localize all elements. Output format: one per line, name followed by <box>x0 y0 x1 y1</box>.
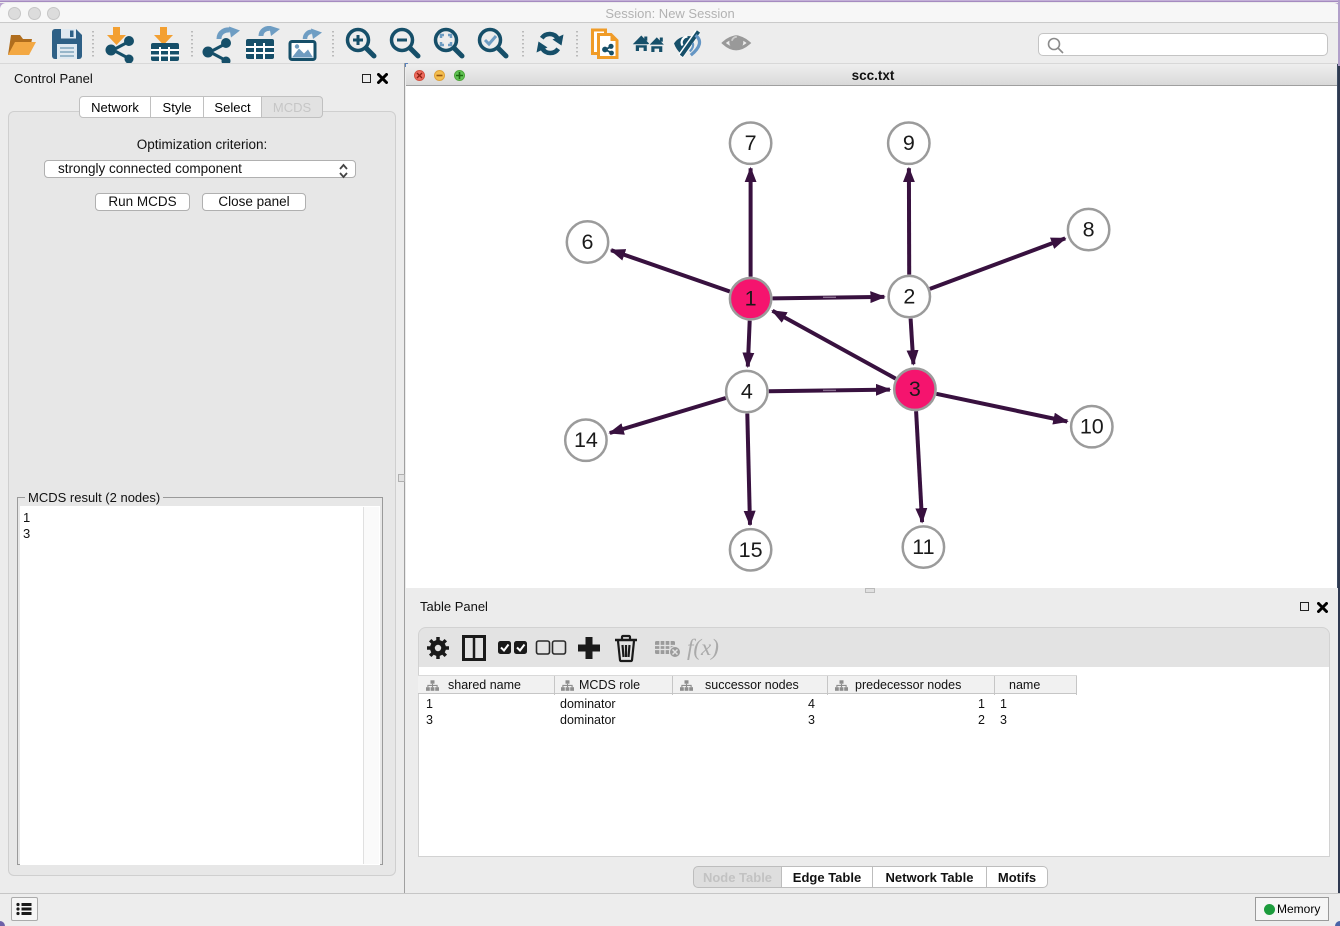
svg-text:11: 11 <box>912 535 934 559</box>
svg-text:4: 4 <box>741 380 753 404</box>
svg-text:3: 3 <box>909 377 921 401</box>
svg-text:14: 14 <box>574 428 598 452</box>
svg-text:1: 1 <box>745 287 757 311</box>
svg-text:15: 15 <box>739 538 763 562</box>
svg-text:f(x): f(x) <box>687 635 719 660</box>
svg-text:9: 9 <box>903 131 915 155</box>
svg-text:7: 7 <box>745 131 757 155</box>
svg-text:2: 2 <box>903 285 915 309</box>
svg-text:8: 8 <box>1083 218 1095 242</box>
svg-text:10: 10 <box>1080 415 1104 439</box>
svg-text:6: 6 <box>582 230 594 254</box>
